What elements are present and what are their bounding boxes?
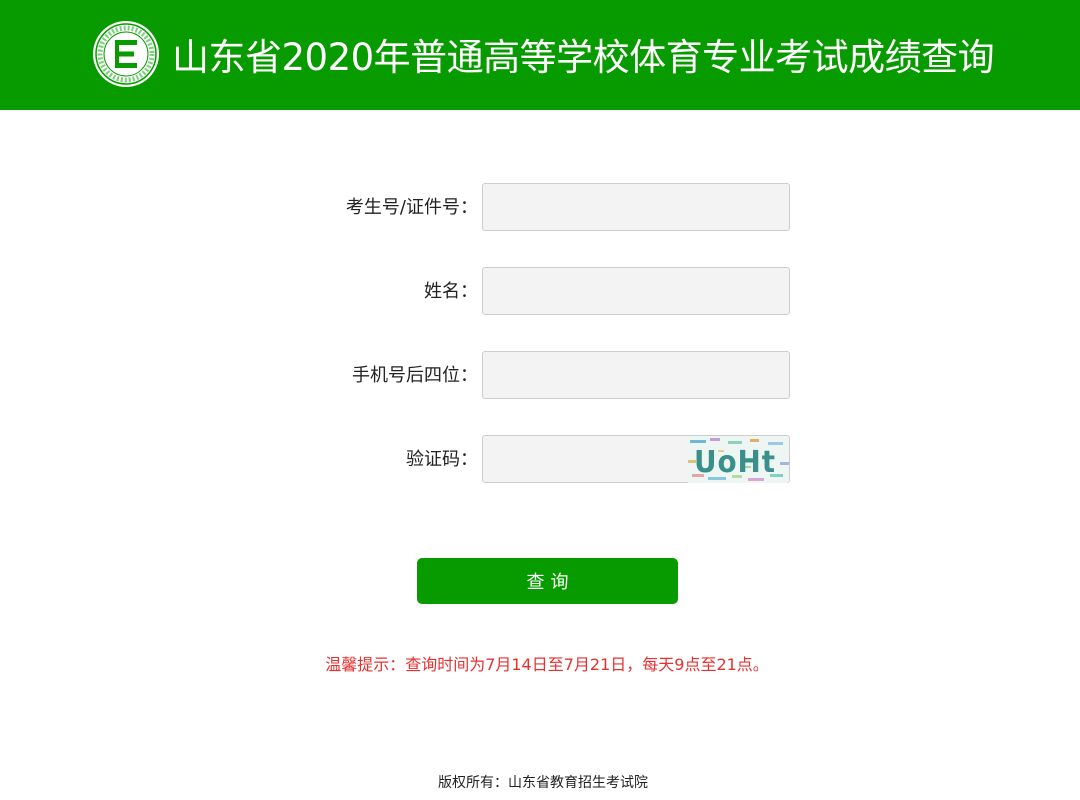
site-header: 山东省2020年普通高等学校体育专业考试成绩查询 (0, 0, 1080, 110)
captcha-label: 验证码： (406, 449, 478, 470)
candidate-id-input[interactable] (482, 183, 790, 231)
form-row-candidate-id: 考生号/证件号： (0, 183, 1080, 233)
notice-text: 温馨提示：查询时间为7月14日至7月21日，每天9点至21点。 (325, 655, 769, 674)
candidate-id-label: 考生号/证件号： (345, 197, 478, 218)
page-title: 山东省2020年普通高等学校体育专业考试成绩查询 (172, 36, 995, 79)
phone-last4-label: 手机号后四位： (352, 365, 478, 386)
form-row-captcha: 验证码： UoHt (0, 435, 1080, 485)
name-input[interactable] (482, 267, 790, 315)
form-row-phone-last4: 手机号后四位： (0, 351, 1080, 401)
name-label: 姓名： (424, 281, 478, 302)
education-admission-emblem-icon (93, 21, 159, 87)
copyright-footer: 版权所有：山东省教育招生考试院 (438, 775, 648, 791)
captcha-text: UoHt (694, 445, 776, 480)
captcha-image[interactable]: UoHt (688, 436, 789, 483)
query-button[interactable]: 查询 (417, 558, 678, 604)
form-row-name: 姓名： (0, 267, 1080, 317)
phone-last4-input[interactable] (482, 351, 790, 399)
